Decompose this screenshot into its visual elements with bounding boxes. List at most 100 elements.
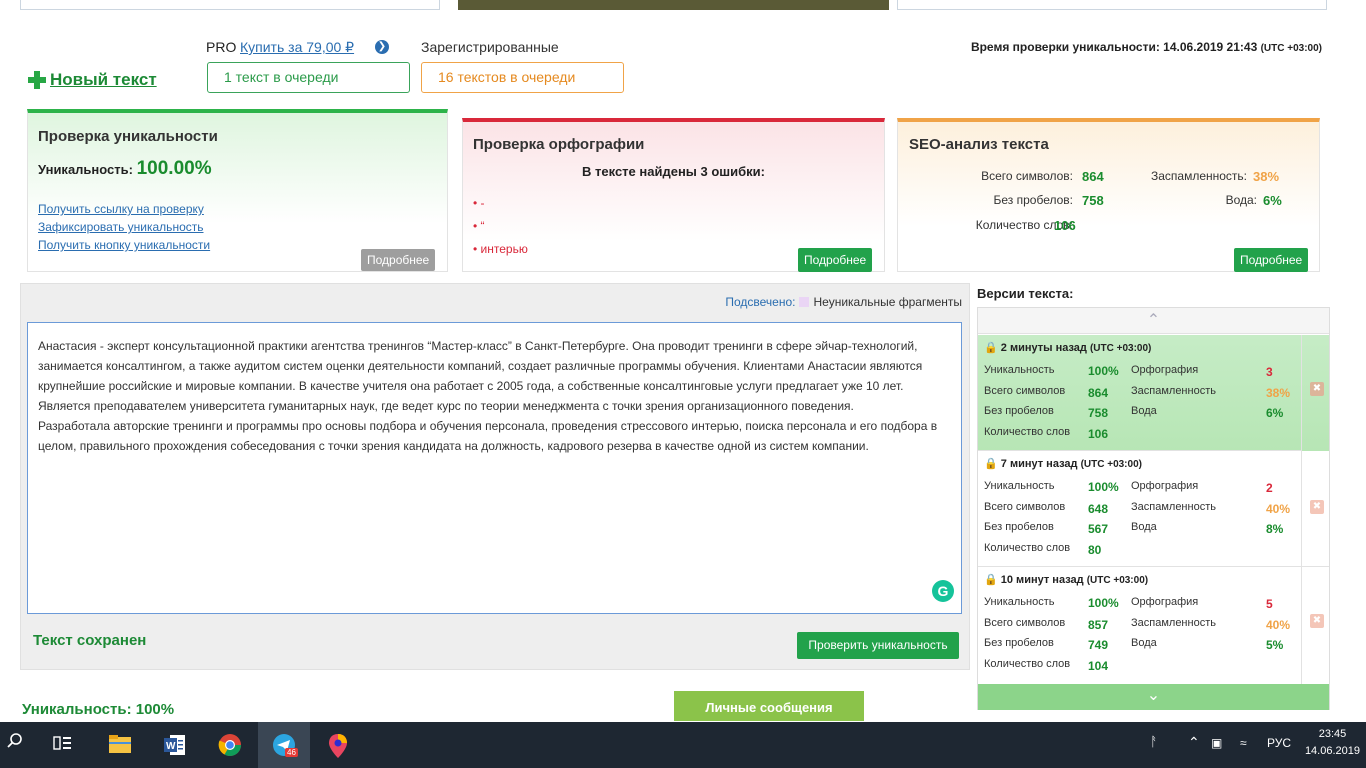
version-spam-value: 38% — [1266, 386, 1291, 400]
delete-version-icon[interactable]: ✖ — [1310, 382, 1324, 396]
seo-water-value: 6% — [1263, 193, 1282, 208]
version-tz: (UTC +03:00) — [1089, 343, 1152, 354]
text-editor[interactable]: Анастасия - эксперт консультационной пра… — [27, 322, 962, 614]
version-water-value: 5% — [1266, 638, 1284, 652]
version-spam-label: Заспамленность — [1131, 385, 1216, 397]
delete-version-icon[interactable]: ✖ — [1310, 614, 1324, 628]
seo-spam-value: 38% — [1253, 169, 1280, 184]
seo-nospace-label: Без пробелов: — [993, 193, 1074, 207]
text-paragraph-1: Анастасия - эксперт консультационной пра… — [38, 339, 923, 413]
clock[interactable]: 23:45 14.06.2019 — [1305, 726, 1360, 760]
clock-time: 23:45 — [1318, 728, 1347, 740]
versions-title: Версии текста: — [977, 286, 1074, 301]
version-nospace-value: 749 — [1088, 638, 1109, 652]
seo-card: SEO-анализ текста Всего символов: 864 Бе… — [897, 118, 1320, 272]
seo-words-value: 106 — [1054, 218, 1076, 233]
version-spell-label: Орфография — [1131, 480, 1199, 492]
version-words-value: 80 — [1088, 543, 1102, 557]
people-icon[interactable]: ᚨ — [1150, 734, 1158, 749]
spelling-error-item[interactable]: • “ — [473, 219, 485, 233]
version-spell-label: Орфография — [1131, 596, 1199, 608]
telegram-taskbar-button[interactable]: 46 — [258, 722, 310, 768]
highlight-legend: Подсвечено: Неуникальные фрагменты — [725, 295, 962, 309]
registered-label: Зарегистрированные — [421, 39, 559, 55]
spelling-card: Проверка орфографии В тексте найдены 3 о… — [462, 118, 885, 272]
network-icon[interactable]: ▣ — [1211, 736, 1222, 750]
top-banner-image — [458, 0, 889, 10]
spelling-error-item[interactable]: • интерью — [473, 242, 528, 256]
seo-card-title: SEO-анализ текста — [909, 136, 1049, 153]
maps-pin-icon[interactable] — [326, 733, 350, 758]
check-time-tz: (UTC +03:00) — [1260, 43, 1322, 54]
registered-queue-status: 16 текстов в очереди — [421, 62, 624, 93]
uniqueness-summary: Уникальность: 100.00% — [38, 158, 212, 180]
version-item[interactable]: 🔒 2 минуты назад (UTC +03:00) Уникальнос… — [978, 335, 1301, 451]
highlight-swatch — [799, 297, 810, 307]
spelling-error-item[interactable]: • - — [473, 196, 485, 210]
version-time: 7 минут назад — [1000, 458, 1078, 470]
chevron-up-tray-icon[interactable]: ⌃ — [1188, 734, 1200, 751]
check-uniqueness-button[interactable]: Проверить уникальность — [797, 632, 959, 659]
word-icon[interactable]: W — [163, 733, 187, 757]
version-words-label: Количество слов — [984, 658, 1071, 670]
chrome-icon[interactable] — [218, 733, 242, 757]
pro-queue-status: 1 текст в очереди — [207, 62, 410, 93]
telegram-badge: 46 — [285, 748, 298, 757]
version-total-label: Всего символов — [984, 501, 1066, 513]
version-item[interactable]: 🔒 7 минут назад (UTC +03:00) Уникальност… — [978, 451, 1301, 567]
language-indicator[interactable]: РУС — [1267, 736, 1291, 750]
version-total-label: Всего символов — [984, 385, 1066, 397]
seo-water-label: Вода: — [1225, 193, 1257, 207]
new-text-link[interactable]: Новый текст — [50, 70, 157, 90]
seo-nospace-value: 758 — [1082, 193, 1104, 208]
version-total-value: 864 — [1088, 386, 1109, 400]
version-spam-value: 40% — [1266, 502, 1291, 516]
version-spell-value: 5 — [1266, 597, 1273, 611]
uniqueness-more-button[interactable]: Подробнее — [361, 249, 436, 271]
get-check-link[interactable]: Получить ссылку на проверку — [38, 202, 204, 216]
arrow-right-icon[interactable]: ❯ — [375, 40, 389, 54]
version-header: 🔒 7 минут назад (UTC +03:00) — [984, 458, 1142, 470]
file-explorer-icon[interactable] — [108, 733, 132, 757]
chevron-up-icon[interactable]: ⌃ — [978, 308, 1329, 334]
seo-spam-label: Заспамленность: — [1150, 169, 1247, 183]
clock-date: 14.06.2019 — [1304, 745, 1360, 757]
buy-pro-link[interactable]: Купить за 79,00 ₽ — [240, 39, 354, 56]
seo-more-button[interactable]: Подробнее — [1234, 248, 1309, 272]
fix-uniqueness-link[interactable]: Зафиксировать уникальность — [38, 220, 204, 234]
delete-version-icon[interactable]: ✖ — [1310, 500, 1324, 514]
highlight-label: Подсвечено: — [725, 295, 796, 309]
plus-icon[interactable] — [27, 70, 47, 90]
version-uniq-label: Уникальность — [984, 364, 1055, 376]
version-nospace-label: Без пробелов — [984, 405, 1054, 417]
chevron-down-icon[interactable]: ⌄ — [978, 684, 1329, 710]
version-total-label: Всего символов — [984, 617, 1066, 629]
taskbar: W 46 ᚨ ⌃ ▣ ≈ РУС 23:45 14.06.2019 — [0, 722, 1366, 768]
version-words-value: 106 — [1088, 427, 1109, 441]
search-icon[interactable] — [6, 732, 30, 756]
task-view-icon[interactable] — [53, 733, 77, 757]
spelling-more-button[interactable]: Подробнее — [798, 248, 873, 272]
wifi-icon[interactable]: ≈ — [1240, 736, 1247, 750]
version-total-value: 648 — [1088, 502, 1109, 516]
version-nospace-label: Без пробелов — [984, 637, 1054, 649]
version-uniq-value: 100% — [1088, 596, 1119, 610]
get-uniqueness-button-link[interactable]: Получить кнопку уникальности — [38, 238, 210, 252]
seo-total-value: 864 — [1082, 169, 1104, 184]
version-total-value: 857 — [1088, 618, 1109, 632]
messages-button[interactable]: Личные сообщения — [674, 691, 864, 721]
version-nospace-value: 567 — [1088, 522, 1109, 536]
version-side: ✖ — [1301, 451, 1329, 567]
version-uniq-value: 100% — [1088, 480, 1119, 494]
top-panel-right — [897, 0, 1327, 10]
version-spam-label: Заспамленность — [1131, 501, 1216, 513]
grammarly-icon[interactable]: G — [932, 580, 954, 602]
check-time-label: Время проверки уникальности: 14.06.2019 … — [970, 40, 1258, 54]
version-water-label: Вода — [1131, 521, 1157, 533]
version-nospace-value: 758 — [1088, 406, 1109, 420]
version-uniq-label: Уникальность — [984, 480, 1055, 492]
version-item[interactable]: 🔒 10 минут назад (UTC +03:00) Уникальнос… — [978, 567, 1301, 684]
version-side: ✖ — [1301, 567, 1329, 684]
uniqueness-footer: Уникальность: 100% — [22, 701, 175, 718]
spelling-errors-heading: В тексте найдены 3 ошибки: — [582, 164, 765, 179]
